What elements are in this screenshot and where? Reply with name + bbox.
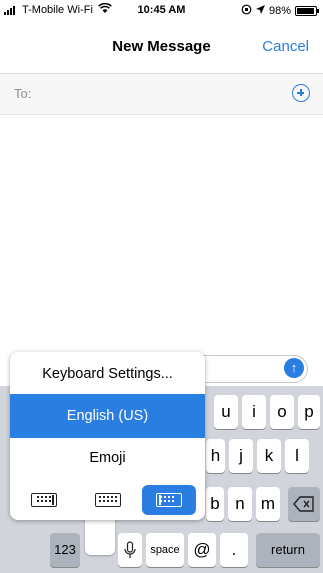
battery-icon: [295, 6, 319, 16]
status-bar: T-Mobile Wi-Fi 10:45 AM 98%: [0, 0, 323, 20]
dictation-key[interactable]: [118, 533, 142, 567]
add-contact-button[interactable]: [292, 84, 310, 102]
key-b[interactable]: b: [206, 487, 224, 521]
at-key[interactable]: @: [188, 533, 216, 567]
dot-key[interactable]: .: [220, 533, 248, 567]
key-k[interactable]: k: [257, 439, 281, 473]
to-label: To:: [14, 86, 32, 101]
globe-key-stem: [85, 515, 115, 555]
keyboard-full-icon[interactable]: [88, 488, 128, 512]
key-m[interactable]: m: [256, 487, 280, 521]
return-key[interactable]: return: [256, 533, 320, 567]
key-n[interactable]: n: [228, 487, 252, 521]
english-us-item[interactable]: English (US): [10, 394, 205, 438]
microphone-icon: [124, 541, 136, 558]
key-h[interactable]: h: [206, 439, 225, 473]
battery-percent: 98%: [268, 5, 291, 17]
rotation-lock-icon: [241, 4, 252, 18]
location-icon: [255, 5, 265, 17]
key-p[interactable]: p: [298, 395, 320, 429]
cancel-button[interactable]: Cancel: [262, 38, 309, 55]
keyboard-settings-item[interactable]: Keyboard Settings...: [10, 366, 205, 382]
numbers-key[interactable]: 123: [50, 533, 80, 567]
key-j[interactable]: j: [229, 439, 253, 473]
space-key[interactable]: space: [146, 533, 184, 567]
keyboard-right-icon[interactable]: [142, 485, 196, 515]
delete-button[interactable]: [288, 487, 320, 521]
keyboard-left-icon[interactable]: [24, 488, 64, 512]
backspace-icon: [293, 496, 314, 512]
recipient-row[interactable]: To:: [0, 74, 323, 115]
key-o[interactable]: o: [270, 395, 294, 429]
send-button[interactable]: ↑: [284, 358, 304, 378]
emoji-item[interactable]: Emoji: [10, 450, 205, 466]
key-l[interactable]: l: [285, 439, 309, 473]
key-u[interactable]: u: [214, 395, 238, 429]
keyboard-menu: Keyboard Settings... English (US) Emoji: [10, 352, 205, 520]
key-i[interactable]: i: [242, 395, 266, 429]
